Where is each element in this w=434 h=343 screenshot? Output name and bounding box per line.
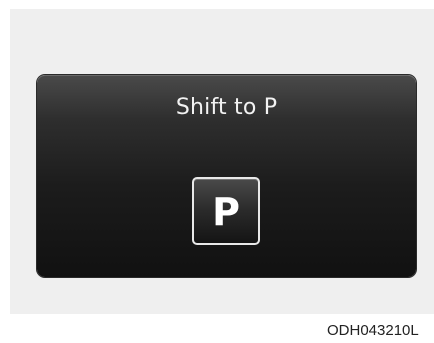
cluster-display-panel: Shift to P P <box>37 75 416 277</box>
park-gear-indicator: P <box>192 177 260 245</box>
shift-message: Shift to P <box>175 95 278 120</box>
gear-letter: P <box>212 190 240 234</box>
figure-code: ODH043210L <box>327 322 419 339</box>
